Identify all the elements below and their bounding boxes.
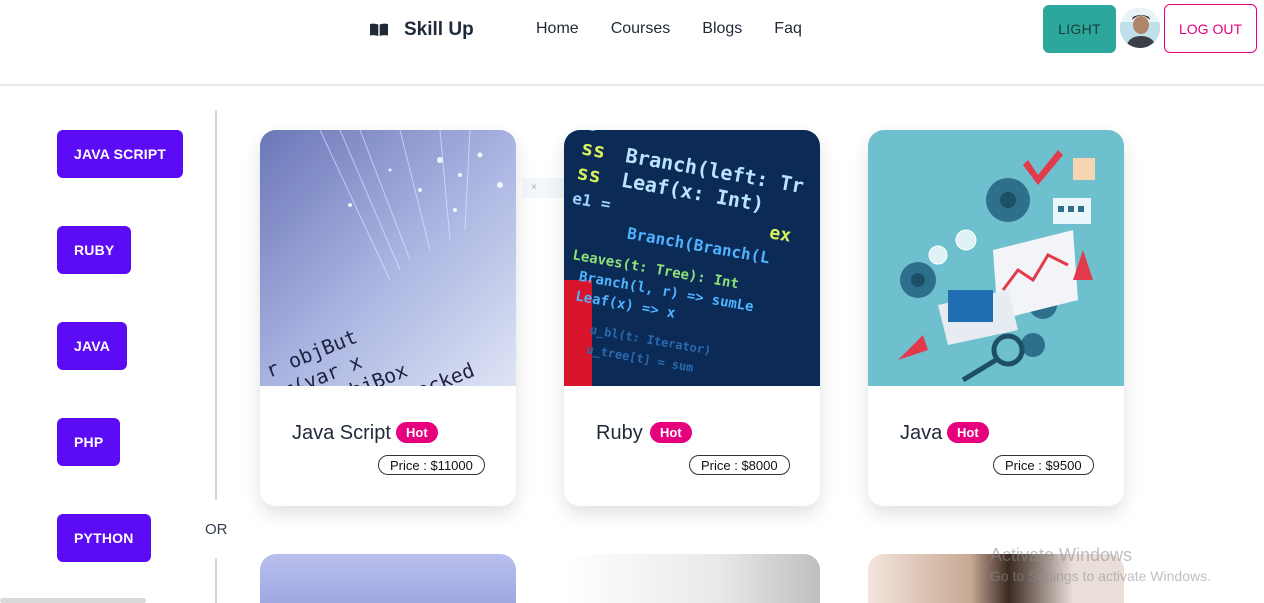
price-tag: Price : $11000 [378, 455, 485, 475]
watermark-subtitle: Go to Settings to activate Windows. [990, 568, 1211, 584]
category-php-button[interactable]: PHP [57, 418, 121, 466]
nav-home[interactable]: Home [536, 20, 579, 38]
card-body: Java Script Hot Price : $11000 [260, 386, 516, 506]
course-card[interactable]: Re ss Branch(left: Tr ss Leaf(x: Int) ex… [564, 130, 820, 506]
horizontal-scrollbar[interactable] [0, 598, 146, 603]
course-card-partial[interactable] [564, 554, 820, 603]
brand-name: Skill Up [404, 19, 474, 40]
price-tag: Price : $8000 [689, 455, 790, 475]
course-image-javascript: r objBut or(var x if((objBox boolChecked [260, 130, 516, 386]
hot-badge: Hot [650, 422, 692, 443]
hot-badge: Hot [396, 422, 438, 443]
card-body: Ruby Hot Price : $8000 [564, 386, 820, 506]
category-java-button[interactable]: JAVA [57, 322, 128, 370]
svg-text:ss: ss [575, 160, 603, 188]
course-title: Java Script [292, 422, 391, 444]
user-avatar[interactable] [1120, 8, 1160, 48]
category-javascript-button[interactable]: JAVA SCRIPT [57, 130, 184, 178]
category-ruby-button[interactable]: RUBY [57, 226, 132, 274]
course-title: Ruby [596, 422, 643, 444]
windows-activation-watermark: Activate Windows Go to Settings to activ… [990, 545, 1211, 584]
course-title: Java [900, 422, 943, 444]
watermark-title: Activate Windows [990, 545, 1133, 565]
hot-badge: Hot [947, 422, 989, 443]
svg-text:ss: ss [579, 135, 607, 163]
or-separator: OR [205, 521, 228, 538]
course-card-partial[interactable] [260, 554, 516, 603]
theme-toggle-button[interactable]: LIGHT [1043, 5, 1116, 53]
price-tag: Price : $9500 [993, 455, 1094, 475]
nav-blogs[interactable]: Blogs [702, 20, 742, 38]
vertical-divider-top [215, 110, 217, 500]
nav-faq[interactable]: Faq [774, 20, 802, 38]
card-body: Java Hot Price : $9500 [868, 386, 1124, 506]
logout-button[interactable]: LOG OUT [1164, 4, 1257, 53]
svg-text:ex: ex [768, 222, 793, 246]
book-open-icon [370, 23, 388, 36]
main-nav: Home Courses Blogs Faq [536, 20, 834, 38]
category-python-button[interactable]: PYTHON [57, 514, 151, 562]
avatar-image [1120, 8, 1160, 48]
course-image-java [868, 130, 1124, 386]
course-image-ruby: Re ss Branch(left: Tr ss Leaf(x: Int) ex… [564, 130, 820, 386]
vertical-divider-bottom [215, 558, 217, 603]
nav-courses[interactable]: Courses [611, 20, 671, 38]
top-navbar: Skill Up Home Courses Blogs Faq LIGHT LO… [0, 0, 1264, 86]
brand[interactable]: Skill Up [370, 18, 474, 42]
course-card[interactable]: Java Hot Price : $9500 [868, 130, 1124, 506]
course-card[interactable]: r objBut or(var x if((objBox boolChecked… [260, 130, 516, 506]
